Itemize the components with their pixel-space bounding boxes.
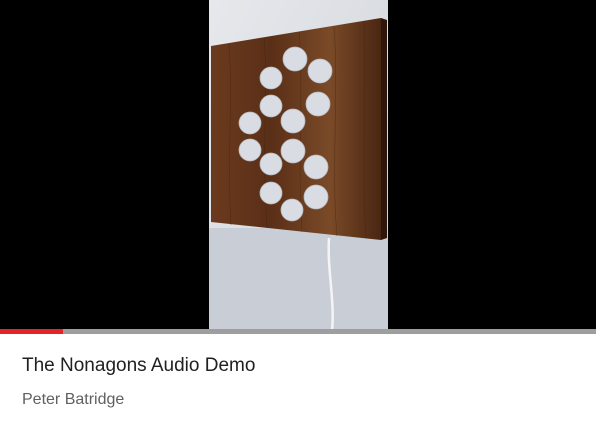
video-thumbnail-image	[209, 0, 388, 331]
video-title[interactable]: The Nonagons Audio Demo	[22, 355, 255, 377]
video-info: The Nonagons Audio Demo Peter Batridge	[0, 334, 596, 424]
video-player[interactable]	[0, 0, 596, 331]
video-frame	[209, 0, 388, 331]
channel-name[interactable]: Peter Batridge	[22, 391, 124, 409]
